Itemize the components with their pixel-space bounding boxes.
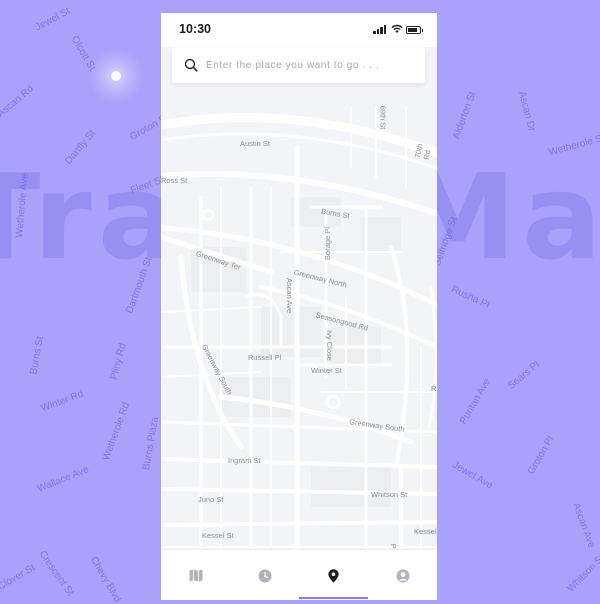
street-label-borage: Borage Pl [322,227,332,260]
street-label-kessel-2: Kessel [414,527,437,536]
tab-map[interactable] [161,550,230,600]
bg-street-label: Ascan Ave [570,501,597,550]
map-labels: Austin St Ross St Burns St Borage Pl Gre… [161,47,437,562]
map-icon [189,569,202,582]
signal-icon [373,25,387,34]
street-label-whitson: Whitson St [371,490,408,499]
street-label-greenway-ter: Greenway Ter [194,249,242,272]
bg-street-label: Jewel St [33,5,73,34]
bottom-tab-bar [161,549,437,600]
tab-profile[interactable] [368,550,437,600]
bg-street-label: Chevy Blvd [87,554,123,604]
status-bar: 10:30 [161,13,437,47]
street-label-greenway-south-2: Greenway South [348,417,406,434]
map-view[interactable]: Austin St Ross St Burns St Borage Pl Gre… [161,47,437,562]
battery-icon [406,26,423,34]
bg-street-label: Wallace Ave [35,464,91,495]
street-label-ascan: Ascan Ave [285,277,295,314]
bg-street-label: Pliny Rd [108,342,129,381]
bg-street-label: Ascan Dr [515,90,538,133]
glow-location-marker [88,48,144,104]
street-label-right-cut: R [431,384,437,393]
bg-street-label: Winter Rd [39,388,85,415]
street-label-ingram: Ingram St [228,456,261,465]
bg-street-label: Ascan Rd [0,83,36,120]
bg-street-label: Burns St [28,335,46,376]
tab-history[interactable] [230,550,299,600]
bg-street-label: Crescent St [36,548,76,599]
search-icon[interactable] [184,58,198,72]
wifi-icon [391,24,403,33]
status-icons [361,24,423,35]
street-label-austin: Austin St [240,139,271,148]
bg-street-label: Olcott St [68,34,98,73]
street-label-juno: Juno St [198,495,224,504]
phone-screen: Austin St Ross St Burns St Borage Pl Gre… [161,13,437,600]
street-label-ross: Ross St [161,176,188,185]
street-label-greenway-north: Greenway North [292,267,348,290]
search-bar[interactable] [172,47,425,83]
bg-street-label: Puritan Ave [457,376,493,427]
street-label-seasongood: Seasongood Rd [314,310,370,333]
clock-icon [258,569,271,582]
bg-street-label: Jewel Ave [450,459,495,492]
bg-street-label: Sears Pl [505,359,542,392]
bg-street-label: Rusha Pl [449,283,492,312]
status-time: 10:30 [179,22,211,36]
profile-icon [396,569,409,582]
street-label-russell: Russell Pl [248,353,282,362]
street-label-top-2: 70th Rd [412,142,433,161]
bg-street-label: Whitson St [565,552,600,595]
bg-street-label: Clover St [0,562,38,593]
search-input[interactable] [206,56,416,74]
location-pin-icon [328,568,339,583]
bg-street-label: Burns Plaza [140,415,162,472]
bg-street-label: Groton Pl [525,434,557,477]
street-label-burns: Burns St [320,206,351,221]
bg-street-label: Alderton St [451,90,479,141]
street-label-ivy: Ivy Close [324,330,334,361]
street-label-kessel: Kessel St [202,531,234,540]
active-tab-indicator [299,597,368,599]
street-label-top-1: 69th St [378,105,388,130]
tab-location[interactable] [299,550,368,600]
bg-street-label: Wetherole Rd [100,400,133,463]
street-label-greenway-south: Greenway South [199,342,235,397]
street-label-winter: Winter St [311,366,342,375]
